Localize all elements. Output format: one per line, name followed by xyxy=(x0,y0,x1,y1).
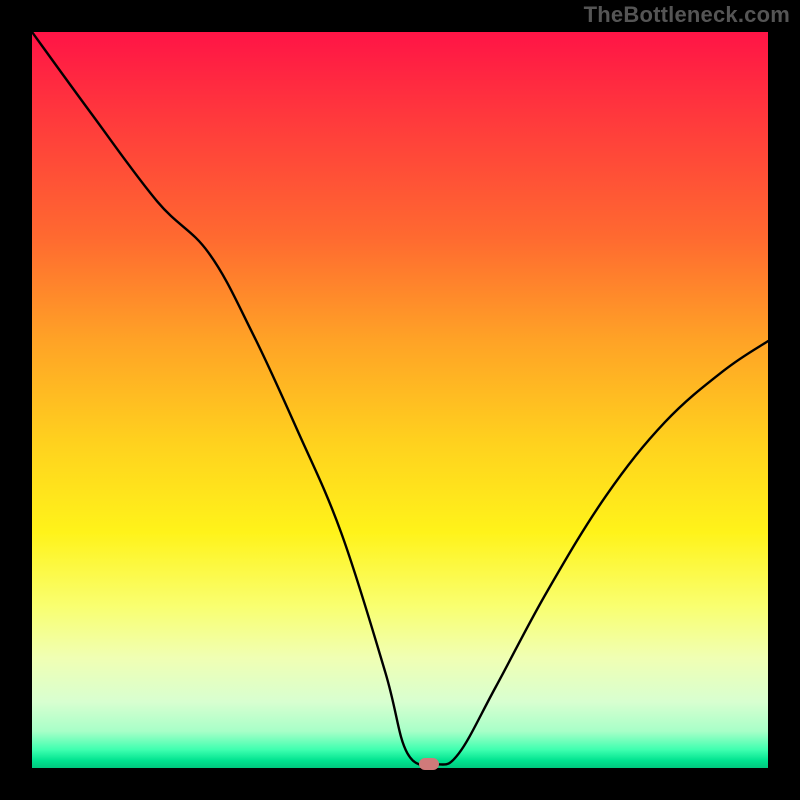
chart-container: TheBottleneck.com xyxy=(0,0,800,800)
watermark-text: TheBottleneck.com xyxy=(584,2,790,28)
plot-area xyxy=(32,32,768,768)
bottleneck-curve xyxy=(32,32,768,768)
minimum-marker xyxy=(419,758,439,770)
